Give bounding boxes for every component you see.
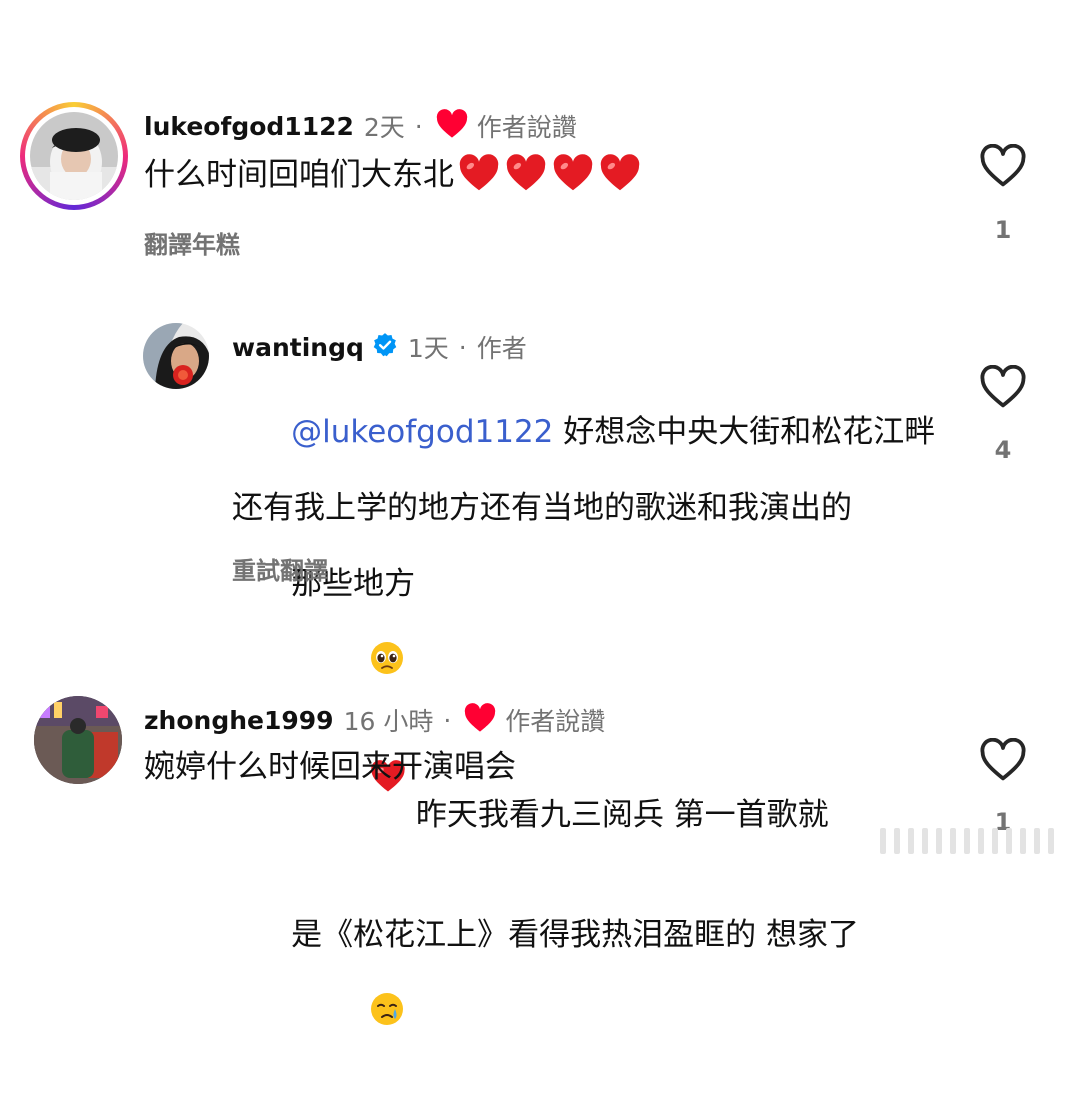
comment-header: zhonghe1999 16 小時 · 作者說讚 — [144, 702, 605, 738]
red-heart-icon — [463, 703, 497, 737]
verified-badge-icon — [372, 332, 398, 362]
like-button[interactable] — [979, 143, 1027, 188]
crying-face-emoji — [291, 954, 404, 1073]
reply-header: wantingq 1天 · 作者 — [232, 329, 527, 365]
comment-text: 什么时间回咱们大东北 — [144, 157, 454, 193]
like-button[interactable] — [979, 364, 1027, 409]
author-label: 作者 — [476, 334, 527, 363]
heart-outline-icon — [980, 364, 1026, 408]
avatar-photo — [143, 323, 209, 389]
translate-button[interactable]: 翻譯年糕 — [144, 225, 240, 260]
timestamp: 2天 — [363, 113, 405, 142]
comment-header: lukeofgod1122 2天 · 作者說讚 — [144, 108, 577, 144]
reply-line-4: 是《松花江上》看得我热泪盈眶的 想家了 — [232, 878, 952, 1111]
reply-text-4: 是《松花江上》看得我热泪盈眶的 想家了 — [291, 917, 859, 953]
like-count: 1 — [994, 216, 1012, 244]
timestamp: 1天 — [407, 334, 449, 363]
red-heart-emoji — [505, 154, 547, 196]
comment-text: 婉婷什么时候回来开演唱会 — [144, 749, 516, 785]
like-button[interactable] — [979, 737, 1027, 782]
heart-outline-icon — [980, 737, 1026, 781]
red-heart-emoji — [458, 154, 500, 196]
avatar-photo — [30, 112, 118, 200]
reply-comment: wantingq 1天 · 作者 @lukeofgod1122 好想念中央大街和… — [0, 300, 1080, 1025]
separator-dot: · — [443, 705, 452, 735]
avatar-zhonghe1999[interactable] — [34, 696, 122, 784]
red-heart-emoji — [599, 154, 641, 196]
comment-body: 什么时间回咱们大东北 — [144, 154, 641, 196]
author-liked-label: 作者說讚 — [505, 707, 606, 736]
avatar-lukeofgod1122[interactable] — [20, 102, 128, 210]
username[interactable]: wantingq — [232, 333, 364, 362]
avatar-wantingq[interactable] — [143, 323, 209, 389]
reply-line-1: @lukeofgod1122 好想念中央大街和松花江畔 — [232, 375, 952, 489]
username[interactable]: lukeofgod1122 — [144, 112, 354, 141]
red-heart-emoji — [552, 154, 594, 196]
author-liked-label: 作者說讚 — [476, 113, 577, 142]
separator-dot: · — [458, 332, 467, 362]
reply-line-2: 还有我上学的地方还有当地的歌迷和我演出的 — [232, 490, 852, 526]
red-heart-icon — [435, 109, 469, 143]
comment-1: lukeofgod1122 2天 · 作者說讚 什么时间回咱们大东北 翻譯年糕 … — [0, 0, 1080, 280]
watermark — [880, 826, 1070, 858]
like-count: 4 — [994, 436, 1012, 464]
avatar-photo — [34, 696, 122, 784]
reply-text-1: 好想念中央大街和松花江畔 — [553, 414, 936, 450]
separator-dot: · — [414, 111, 423, 141]
username[interactable]: zhonghe1999 — [144, 706, 334, 735]
timestamp: 16 小時 — [343, 707, 434, 736]
mention-link[interactable]: @lukeofgod1122 — [291, 414, 553, 450]
retry-translate-button[interactable]: 重試翻譯 — [232, 551, 328, 586]
heart-outline-icon — [980, 143, 1026, 187]
